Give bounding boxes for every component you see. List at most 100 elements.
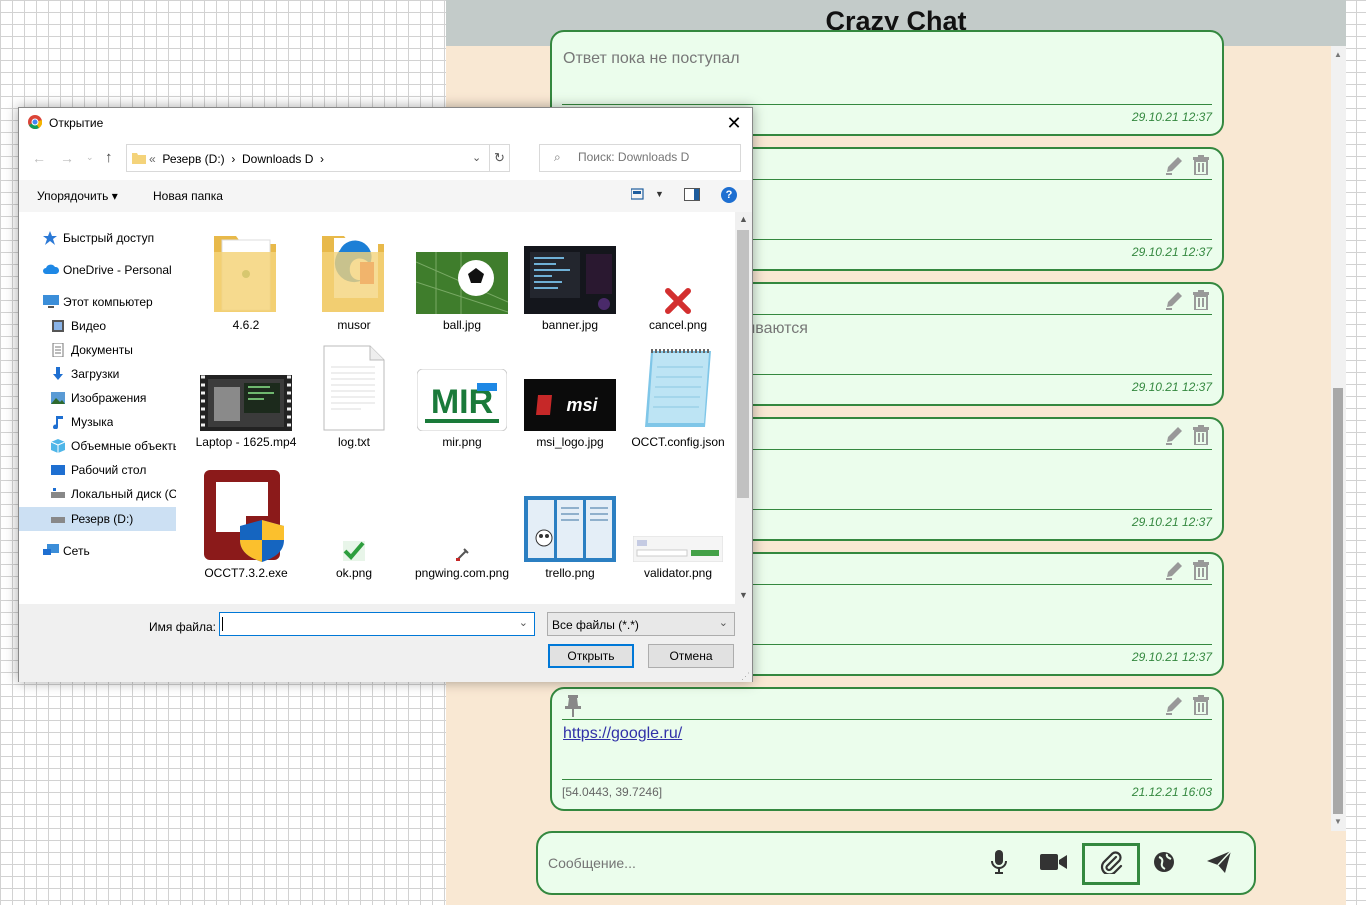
filename-label: Имя файла:	[149, 620, 216, 634]
file-item-laptop-video[interactable]: Laptop - 1625.mp4	[194, 341, 298, 450]
view-icon[interactable]	[630, 188, 645, 203]
breadcrumb-item[interactable]: Резерв (D:)	[162, 152, 224, 166]
view-dropdown-icon[interactable]: ▼	[655, 189, 664, 199]
cancel-button[interactable]: Отмена	[648, 644, 734, 668]
resize-grip-icon[interactable]: ⋰	[741, 671, 750, 682]
attach-button[interactable]	[1082, 843, 1140, 885]
nav-item-video[interactable]: Видео	[51, 315, 106, 337]
recent-chevron-icon[interactable]: ⌄	[86, 152, 94, 163]
file-item-ok[interactable]: ok.png	[302, 472, 406, 581]
close-button[interactable]: ✕	[722, 112, 746, 134]
refresh-icon[interactable]: ↻	[494, 150, 505, 166]
file-item-musor[interactable]: musor	[302, 224, 406, 333]
edit-icon[interactable]	[1164, 290, 1186, 315]
image-thumbnail	[518, 472, 622, 562]
file-item-msi-logo[interactable]: msi msi_logo.jpg	[518, 341, 622, 450]
edit-icon[interactable]	[1164, 155, 1186, 180]
nav-item-network[interactable]: Сеть	[43, 540, 90, 562]
nav-item-desktop[interactable]: Рабочий стол	[51, 459, 146, 481]
message-input[interactable]	[548, 851, 968, 875]
file-name: ball.jpg	[442, 318, 482, 332]
video-camera-icon	[1040, 852, 1068, 877]
chevron-down-icon[interactable]: ⌄	[472, 151, 481, 164]
folder-icon	[194, 224, 298, 314]
location-button[interactable]	[1141, 843, 1187, 885]
notepad-icon	[626, 341, 730, 431]
nav-item-documents[interactable]: Документы	[51, 339, 133, 361]
address-bar[interactable]: « Резерв (D:) › Downloads D › ⌄ ↻	[126, 144, 510, 172]
divider	[562, 779, 1212, 780]
trash-icon[interactable]	[1192, 560, 1210, 585]
dialog-title: Открытие	[49, 116, 104, 130]
file-type-filter[interactable]: Все файлы (*.*) ⌄	[547, 612, 735, 636]
nav-label: Документы	[71, 343, 133, 357]
video-call-button[interactable]	[1031, 843, 1077, 885]
search-box[interactable]: ⌕	[539, 144, 741, 172]
file-name: msi_logo.jpg	[536, 435, 604, 449]
chevron-down-icon: ⌄	[718, 617, 728, 629]
forward-arrow-icon[interactable]: →	[60, 150, 74, 166]
scroll-up-arrow[interactable]: ▲	[739, 214, 748, 224]
trash-icon[interactable]	[1192, 695, 1210, 720]
file-item-trello[interactable]: trello.png	[518, 472, 622, 581]
nav-item-music[interactable]: Музыка	[51, 411, 113, 433]
search-icon: ⌕	[554, 150, 561, 164]
close-icon: ✕	[726, 113, 742, 133]
trash-icon[interactable]	[1192, 425, 1210, 450]
file-item-banner[interactable]: banner.jpg	[518, 224, 622, 333]
file-item-mir[interactable]: MIR mir.png	[410, 341, 514, 450]
nav-item-downloads[interactable]: Загрузки	[51, 363, 119, 385]
message-time: 29.10.21 12:37	[1131, 110, 1212, 124]
back-arrow-icon[interactable]: ←	[32, 150, 46, 166]
message-time: 21.12.21 16:03	[1131, 785, 1212, 799]
file-item-occt-exe[interactable]: OCCT7.3.2.exe	[194, 470, 298, 581]
file-list-scrollbar-thumb[interactable]	[737, 230, 749, 498]
nav-item-reserve-d[interactable]: Резерв (D:)	[51, 508, 133, 530]
edit-icon[interactable]	[1164, 425, 1186, 450]
help-icon[interactable]: ?	[721, 187, 737, 203]
trash-icon[interactable]	[1192, 290, 1210, 315]
file-item-ball[interactable]: ball.jpg	[410, 224, 514, 333]
file-item-cancel[interactable]: cancel.png	[626, 224, 730, 333]
nav-item-this-pc[interactable]: Этот компьютер	[43, 291, 153, 313]
preview-pane-icon[interactable]	[684, 188, 700, 204]
edit-icon[interactable]	[1164, 695, 1186, 720]
file-item-occt-config[interactable]: OCCT.config.json	[626, 341, 730, 450]
scroll-up-arrow[interactable]: ▲	[1333, 50, 1343, 60]
scroll-down-arrow[interactable]: ▼	[739, 590, 748, 600]
file-item-log[interactable]: log.txt	[302, 341, 406, 450]
file-item-pngwing[interactable]: pngwing.com.png	[410, 472, 514, 581]
pin-icon[interactable]	[564, 695, 582, 722]
filename-input[interactable]: ⌄	[219, 612, 535, 636]
nav-item-local-disk[interactable]: Локальный диск (C:)	[51, 483, 176, 505]
image-thumbnail	[626, 472, 730, 562]
microphone-icon	[990, 849, 1008, 879]
edit-icon[interactable]	[1164, 560, 1186, 585]
message-tools	[1164, 290, 1210, 315]
chevron-down-icon[interactable]: ⌄	[519, 616, 528, 629]
send-button[interactable]	[1196, 843, 1242, 885]
search-input[interactable]	[578, 150, 738, 164]
trash-icon[interactable]	[1192, 155, 1210, 180]
message-time: 29.10.21 12:37	[1131, 650, 1212, 664]
microphone-button[interactable]	[976, 843, 1022, 885]
chat-scrollbar-thumb[interactable]	[1333, 388, 1343, 814]
nav-item-quick-access[interactable]: Быстрый доступ	[43, 227, 154, 249]
message-link[interactable]: https://google.ru/	[563, 725, 682, 743]
file-item-4-6-2[interactable]: 4.6.2	[194, 224, 298, 333]
file-name: validator.png	[643, 566, 713, 580]
file-open-dialog: Открытие ✕ ← → ⌄ ↑ « Резерв (D:) › Downl…	[18, 107, 753, 682]
nav-item-images[interactable]: Изображения	[51, 387, 146, 409]
scroll-down-arrow[interactable]: ▼	[1333, 817, 1343, 827]
up-arrow-icon[interactable]: ↑	[105, 149, 113, 166]
music-icon	[51, 415, 65, 430]
open-button[interactable]: Открыть	[548, 644, 634, 668]
new-folder-button[interactable]: Новая папка	[153, 189, 223, 203]
breadcrumb-item[interactable]: Downloads D	[242, 152, 313, 166]
image-thumbnail	[410, 472, 514, 562]
network-icon	[43, 544, 59, 558]
nav-item-3d-objects[interactable]: Объемные объекты	[51, 435, 176, 457]
file-item-validator[interactable]: validator.png	[626, 472, 730, 581]
organize-button[interactable]: Упорядочить ▾	[37, 189, 118, 203]
nav-item-onedrive[interactable]: OneDrive - Personal	[43, 259, 172, 281]
